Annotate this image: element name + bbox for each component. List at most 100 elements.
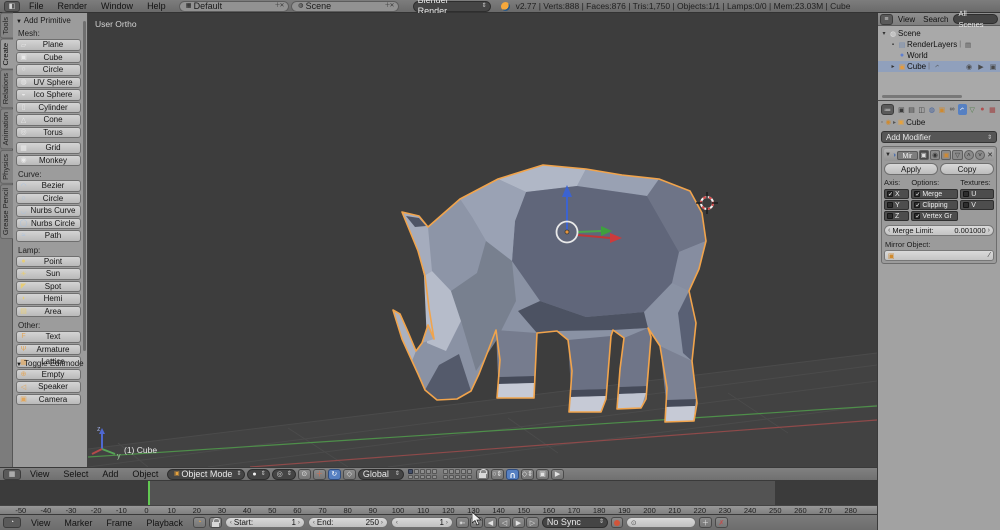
pin-icon[interactable]: ◦ [881,119,883,126]
add-cone-button[interactable]: △ Cone [16,114,81,126]
keying-set-field[interactable]: ⊙ [625,517,696,528]
menu-help[interactable]: Help [140,1,173,11]
outliner-menu-search[interactable]: Search [919,15,952,24]
checkbox-clipping[interactable]: ✓ Clipping [911,200,959,210]
layer-14-button[interactable] [460,469,466,474]
add-modifier-dropdown[interactable]: Add Modifier ⇕ [881,131,997,143]
tool-tab-grease-pencil[interactable]: Grease Pencil [0,183,13,239]
opengl-render-still-button[interactable]: ▣ [536,468,550,480]
checkbox-y[interactable]: Y [884,200,910,210]
layer-3-button[interactable] [419,469,425,474]
modifier-move-up-button[interactable]: ˄ [963,150,974,160]
layer-16-button[interactable] [442,474,448,479]
timeline-editor-type-button[interactable]: ◔ [3,517,21,528]
checkbox-z[interactable]: Z [884,211,910,221]
tool-shelf-scrollbar[interactable] [83,21,86,351]
snap-element-selector[interactable]: ◇ ⇕ [520,468,535,480]
toggle-editmode-panel-header[interactable]: ▼ Toggle Editmode [16,359,84,368]
viewport-menu-view[interactable]: View [23,469,56,479]
renderlayers-tab-button[interactable]: ▤ [907,104,916,115]
lock-to-scene-toggle[interactable] [475,468,489,480]
add-spot-button[interactable]: ◤ Spot [16,280,81,292]
apply-button[interactable]: Apply [884,163,938,175]
add-path-button[interactable]: ≈ Path [16,230,81,242]
modifier-viewport-toggle[interactable]: ◉ [929,150,941,160]
disclosure-icon[interactable]: ▪ [889,42,897,48]
next-keyframe-button[interactable]: ▷ [525,517,539,528]
mirror-object-field[interactable]: ▣ ⁄ [884,250,994,261]
shading-selector[interactable]: ● ⇕ [247,468,270,480]
timeline-menu-marker[interactable]: Marker [57,518,99,528]
add-monkey-button[interactable]: ◉ Monkey [16,154,81,166]
layer-8-button[interactable] [419,474,425,479]
manipulator-translate-button[interactable]: ＋ [312,468,326,480]
material-tab-button[interactable]: ● [978,104,987,115]
delete-keyframe-button[interactable]: ✗ [714,517,728,528]
manipulator-rotate-button[interactable]: ↻ [327,468,341,480]
layer-12-button[interactable] [448,469,454,474]
add-torus-button[interactable]: ◎ Torus [16,126,81,138]
eye-icon[interactable]: ◉ [964,63,974,71]
layer-11-button[interactable] [442,469,448,474]
scene-selector[interactable]: ◍ Scene ＋✕ [290,0,399,12]
outliner-row-renderlayers[interactable]: ▪ ▤ RenderLayers | ▤ [878,39,1000,50]
object-tab-button[interactable]: ▣ [937,104,946,115]
add-circle-button[interactable]: ○ Circle [16,192,81,204]
modifier-name-field[interactable]: Mir [897,150,918,160]
add-nurbs-circle-button[interactable]: ◯ Nurbs Circle [16,217,81,229]
opengl-render-anim-button[interactable]: ▶ [551,468,565,480]
layer-10-button[interactable] [431,474,437,479]
tool-tab-tools[interactable]: Tools [0,13,13,39]
add-camera-button[interactable]: ▣ Camera [16,393,81,405]
frame-start-field[interactable]: ‹ Start: 1 › [224,517,305,528]
timeline-menu-frame[interactable]: Frame [99,518,139,528]
properties-editor-type-button[interactable]: ≔ [881,104,894,115]
viewport-menu-add[interactable]: Add [95,469,125,479]
viewport-menu-object[interactable]: Object [125,469,165,479]
merge-limit-slider[interactable]: ‹ Merge Limit: 0.001000 › [884,225,994,236]
layer-13-button[interactable] [454,469,460,474]
add-cylinder-button[interactable]: ▯ Cylinder [16,101,81,113]
modifier-expand-icon[interactable]: ▼ [885,152,891,158]
layer-2-button[interactable] [413,469,419,474]
add-circle-button[interactable]: ○ Circle [16,64,81,76]
timeline-ruler[interactable]: -50 -40 -30 -20 -10 0 10 20 30 40 50 60 70 80 90 100 110… [0,505,877,515]
layer-19-button[interactable] [460,474,466,479]
display-filter-selector[interactable]: All Scenes [953,9,998,29]
checkbox-u[interactable]: U [960,189,994,199]
outliner-editor-type-button[interactable]: ≡ [880,13,893,25]
timeline-menu-view[interactable]: View [24,518,57,528]
add-armature-button[interactable]: Ψ Armature [16,343,81,355]
layer-17-button[interactable] [448,474,454,479]
add-primitive-panel-header[interactable]: ▼ Add Primitive [16,16,81,25]
mode-selector[interactable]: ▣ Object Mode ⇕ [167,468,246,480]
modifier-render-toggle[interactable]: ▣ [918,150,929,160]
render-tab-button[interactable]: ▣ [897,104,906,115]
disclosure-icon[interactable]: ▸ [889,63,897,70]
viewport-menu-select[interactable]: Select [56,469,95,479]
camera-toggle-icon[interactable]: ▣ [988,63,998,71]
layer-4-button[interactable] [425,469,431,474]
layer-7-button[interactable] [413,474,419,479]
checkbox-vertex-gr[interactable]: ✓ Vertex Gr [911,211,959,221]
add-grid-button[interactable]: ▦ Grid [16,142,81,154]
play-reverse-button[interactable]: ◁ [497,517,511,528]
sync-mode-selector[interactable]: No Sync ⇕ [541,517,608,528]
outliner-menu-view[interactable]: View [894,15,919,24]
add-bezier-button[interactable]: ◠ Bezier [16,180,81,192]
info-editor-type-button[interactable]: ◧ [4,0,20,12]
add-area-button[interactable]: ▤ Area [16,305,81,317]
current-frame-field[interactable]: ‹ 1 › [390,517,453,528]
add-empty-button[interactable]: ⊕ Empty [16,368,81,380]
menu-file[interactable]: File [22,1,51,11]
menu-window[interactable]: Window [94,1,140,11]
tool-tab-relations[interactable]: Relations [0,69,13,109]
disclosure-icon[interactable]: ▾ [880,30,888,37]
constraints-tab-button[interactable]: ∞ [947,104,956,115]
modifiers-tab-button[interactable]: ¬ [957,104,967,115]
frame-end-field[interactable]: ‹ End: 250 › [307,517,388,528]
jump-to-start-button[interactable]: ⇤ [455,517,469,528]
add-speaker-button[interactable]: ◁ Speaker [16,381,81,393]
outliner-scrollbar[interactable] [882,95,962,98]
orientation-selector[interactable]: Global ⇕ [357,468,404,480]
